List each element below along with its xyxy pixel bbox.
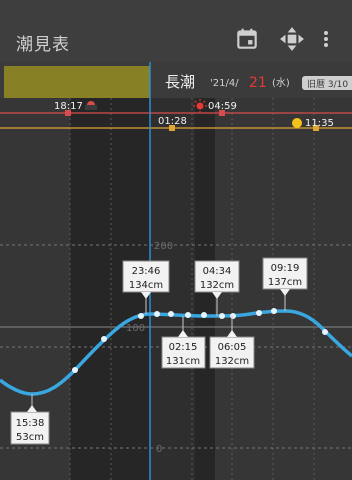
- tide-label-height: 134cm: [129, 280, 163, 291]
- tide-label-time: 04:34: [203, 266, 232, 277]
- tide-label-time: 15:38: [16, 418, 45, 429]
- tide-label-time: 06:05: [218, 342, 247, 353]
- app-toolbar: 潮見表: [0, 0, 352, 62]
- date-weekday: (水): [272, 77, 290, 89]
- app-title: 潮見表: [16, 35, 70, 55]
- sunrise-time: 04:59: [208, 101, 237, 112]
- axis-label-0: 0: [156, 444, 162, 455]
- more-vert-icon[interactable]: [318, 26, 334, 52]
- moonset-time: 01:28: [158, 116, 187, 127]
- tide-label-time: 09:19: [271, 263, 300, 274]
- tide-type-label: 長潮: [165, 73, 195, 91]
- previous-day-highlight: [4, 66, 150, 98]
- date-day: 21: [249, 75, 267, 91]
- tide-label-height: 137cm: [268, 277, 302, 288]
- lunar-date-text: 旧暦 3/10: [307, 79, 348, 90]
- sunset-time: 18:17: [54, 101, 83, 112]
- tide-chart-area[interactable]: 長潮 '21/4/ 21 (水) 旧暦 3/10 200 100 0 18:17…: [0, 62, 352, 480]
- date-prefix: '21/4/: [210, 78, 239, 89]
- tide-label-height: 132cm: [200, 280, 234, 291]
- moonrise-time: 11:35: [305, 118, 334, 129]
- tide-label-time: 02:15: [169, 342, 198, 353]
- tide-label-height: 53cm: [16, 432, 44, 443]
- moon-icon: [292, 118, 302, 128]
- tide-label-height: 131cm: [166, 356, 200, 367]
- tide-label-time: 23:46: [132, 266, 161, 277]
- move-arrows-icon[interactable]: [279, 26, 305, 52]
- axis-label-100: 100: [126, 323, 145, 334]
- calendar-icon[interactable]: [234, 26, 260, 52]
- axis-label-200: 200: [154, 241, 173, 252]
- tide-label-height: 132cm: [215, 356, 249, 367]
